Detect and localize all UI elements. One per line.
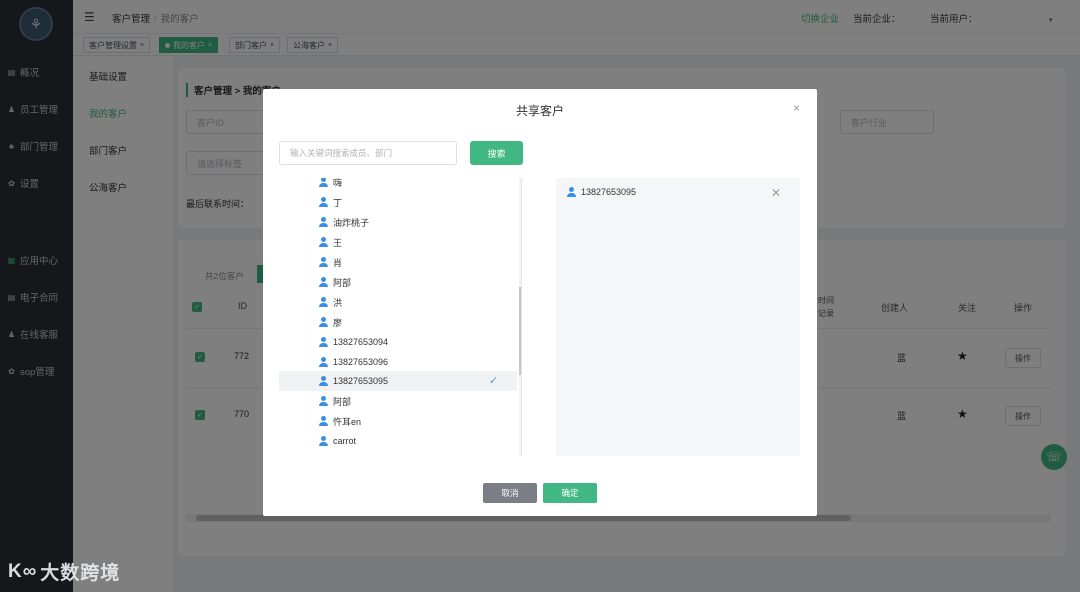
member-item[interactable]: 油炸桃子	[279, 212, 517, 232]
member-name: 嗨	[333, 178, 343, 188]
member-name: 廖	[333, 317, 343, 328]
member-item[interactable]: 嗨	[279, 178, 517, 192]
user-icon	[319, 376, 328, 386]
member-item-selected[interactable]: 13827653095 ✓	[279, 371, 517, 391]
user-icon	[319, 337, 328, 347]
remove-icon[interactable]: ✕	[771, 186, 781, 200]
member-item[interactable]: carrot	[279, 431, 517, 451]
selected-member: 13827653095	[567, 187, 636, 197]
selected-member-name: 13827653095	[581, 187, 637, 197]
member-item[interactable]: 阿部	[279, 391, 517, 411]
member-item[interactable]: 肖	[279, 252, 517, 272]
confirm-button[interactable]: 确定	[543, 483, 597, 503]
member-item[interactable]: 13827653094	[279, 332, 517, 352]
member-item[interactable]: 13827653096	[279, 352, 517, 372]
member-list[interactable]: 嗨 丁 油炸桃子 王 肖 阿部 洪 廖 13827653094 13827653…	[279, 178, 522, 456]
member-name: 13827653096	[333, 357, 389, 367]
user-icon	[319, 416, 328, 426]
user-icon	[319, 436, 328, 446]
member-name: 丁	[333, 197, 343, 208]
user-icon	[319, 217, 328, 227]
member-name: 13827653094	[333, 337, 389, 347]
member-name: 忤耳en	[333, 416, 362, 427]
user-icon	[319, 297, 328, 307]
watermark-text: 大数跨境	[40, 563, 121, 584]
member-item[interactable]: 廖	[279, 312, 517, 332]
user-icon	[319, 178, 328, 187]
user-icon	[319, 277, 328, 287]
member-name: carrot	[333, 436, 357, 446]
scrollbar-thumb[interactable]	[519, 287, 521, 375]
member-name: 油炸桃子	[333, 217, 370, 228]
member-name: 13827653095	[333, 376, 389, 386]
user-icon	[567, 187, 576, 197]
user-icon	[319, 317, 328, 327]
member-item[interactable]: 丁	[279, 192, 517, 212]
user-icon	[319, 237, 328, 247]
selected-members-panel: 13827653095 ✕	[556, 178, 800, 456]
member-item[interactable]: 王	[279, 232, 517, 252]
member-item[interactable]: 洪	[279, 292, 517, 312]
user-icon	[319, 357, 328, 367]
member-search-input[interactable]: 输入关键词搜索成员、部门	[279, 141, 457, 165]
member-item[interactable]: 阿部	[279, 272, 517, 292]
check-icon: ✓	[489, 375, 499, 387]
share-customer-dialog: 共享客户 × 输入关键词搜索成员、部门 搜索 嗨 丁 油炸桃子 王 肖 阿部 洪…	[263, 89, 817, 516]
user-icon	[319, 197, 328, 207]
search-button[interactable]: 搜索	[470, 141, 523, 165]
member-item[interactable]: 忤耳en	[279, 411, 517, 431]
user-icon	[319, 396, 328, 406]
cancel-button[interactable]: 取消	[483, 483, 537, 503]
dialog-title: 共享客户	[515, 104, 564, 118]
watermark-mark: K∞	[8, 560, 38, 582]
member-name: 肖	[333, 257, 343, 268]
member-name: 阿部	[333, 396, 352, 407]
watermark-logo: K∞ 大数跨境	[8, 558, 120, 585]
close-icon[interactable]: ×	[793, 101, 800, 115]
member-name: 洪	[333, 297, 343, 308]
member-name: 阿部	[333, 277, 352, 288]
user-icon	[319, 257, 328, 267]
member-name: 王	[333, 237, 343, 248]
